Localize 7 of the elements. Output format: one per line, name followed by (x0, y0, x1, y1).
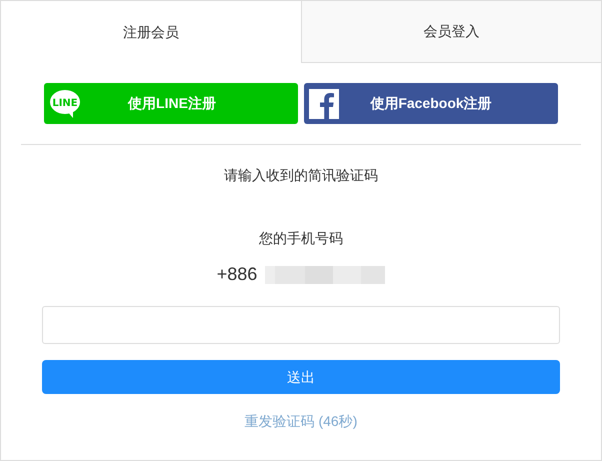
tab[interactable]: 会员登入 (300, 1, 601, 63)
facebook-f-icon (309, 88, 339, 118)
phone-label: 您的手机号码 (259, 229, 343, 248)
instruction-text: 请输入收到的简讯验证码 (224, 166, 378, 185)
country-code: +886 (216, 263, 258, 286)
code-input-field[interactable] (42, 306, 560, 344)
facebook-signup-button[interactable]: 使用Facebook注册 (304, 83, 558, 124)
